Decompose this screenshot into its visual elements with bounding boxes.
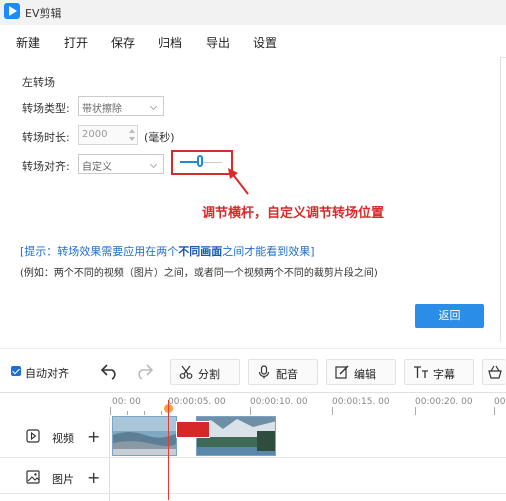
back-button[interactable]: 返回 — [415, 304, 484, 328]
ruler-tick — [110, 407, 111, 415]
redo-icon[interactable] — [134, 362, 154, 380]
ruler-tick — [494, 407, 495, 415]
hint-text: [提示：转场效果需要应用在两个不同画面之间才能看到效果] — [20, 243, 315, 259]
menu-bar: 新建 打开 保存 归档 导出 设置 — [0, 25, 506, 58]
transition-align-select[interactable]: 自定义 — [78, 154, 164, 174]
hint-suffix: 之间才能看到效果] — [222, 245, 315, 258]
scissors-icon — [179, 365, 193, 379]
ruler-label: 00:00:05. 00 — [168, 397, 226, 407]
ruler-tick — [144, 411, 145, 415]
section-title: 左转场 — [22, 76, 55, 89]
ruler-label: 00:00:20. 00 — [415, 397, 473, 407]
spin-up-icon[interactable] — [129, 129, 135, 133]
menu-settings[interactable]: 设置 — [253, 34, 277, 51]
menu-new[interactable]: 新建 — [16, 34, 40, 51]
annotation-text: 调节横杆，自定义调节转场位置 — [202, 206, 385, 221]
transition-type-select[interactable]: 带状擦除 — [78, 96, 164, 116]
ruler-label: 00:00:10. 00 — [250, 397, 308, 407]
example-text: (例如：两个不同的视频（图片）之间，或者同一个视频两个不同的裁剪片段之间) — [20, 268, 378, 279]
transition-type-value: 带状擦除 — [82, 104, 122, 115]
video-track-header: 视频 + — [0, 417, 110, 457]
ruler-label: 00: — [494, 397, 506, 407]
spin-down-icon[interactable] — [129, 137, 135, 141]
auto-align-checkbox[interactable] — [11, 366, 21, 376]
edit-button[interactable]: 编辑 — [326, 359, 396, 385]
video-play-icon — [26, 429, 40, 443]
add-video-button[interactable]: + — [87, 427, 100, 446]
split-label: 分割 — [198, 368, 220, 381]
edit-label: 编辑 — [354, 368, 376, 381]
video-track-label: 视频 — [52, 432, 74, 445]
dub-label: 配音 — [276, 368, 298, 381]
edit-pencil-icon — [335, 365, 349, 379]
app-logo-icon — [4, 3, 20, 19]
image-track-header: 图片 + — [0, 458, 110, 498]
chevron-down-icon — [149, 102, 158, 111]
ruler-tick — [332, 407, 333, 415]
ruler-label: 00:00:15. 00 — [332, 397, 390, 407]
transition-marker[interactable] — [176, 421, 210, 438]
subtitle-label: 字幕 — [433, 368, 455, 381]
transition-align-label: 转场对齐: — [22, 160, 70, 173]
transition-duration-value: 2000 — [82, 129, 108, 140]
image-track-label: 图片 — [52, 473, 74, 486]
ruler-tick — [250, 407, 251, 415]
transition-align-value: 自定义 — [82, 162, 112, 173]
hint-prefix: [提示：转场效果需要应用在两个 — [20, 245, 179, 258]
ruler-tick — [127, 411, 128, 415]
app-title: EV剪辑 — [25, 7, 62, 20]
annotation-arrow-icon — [228, 168, 249, 195]
menu-save[interactable]: 保存 — [111, 34, 135, 51]
image-icon — [26, 470, 40, 484]
menu-open[interactable]: 打开 — [64, 34, 88, 51]
playhead-line[interactable] — [168, 400, 169, 500]
ruler-tick — [415, 407, 416, 415]
ruler-tick — [161, 411, 162, 415]
transition-type-label: 转场类型: — [22, 102, 70, 115]
more-tool-button[interactable] — [482, 359, 506, 385]
hint-emphasis: 不同画面 — [178, 245, 223, 258]
title-bar: EV剪辑 — [0, 0, 506, 25]
transition-settings-panel: 左转场 转场类型: 带状擦除 转场时长: 2000 (毫秒) 转场对齐: 自定义… — [0, 57, 501, 342]
menu-archive[interactable]: 归档 — [158, 34, 182, 51]
split-button[interactable]: 分割 — [170, 359, 240, 385]
microphone-icon — [258, 365, 270, 379]
duration-unit: (毫秒) — [144, 131, 175, 144]
undo-icon[interactable] — [100, 362, 120, 380]
menu-export[interactable]: 导出 — [206, 34, 230, 51]
auto-align-label: 自动对齐 — [25, 367, 69, 380]
text-tt-icon — [414, 366, 428, 378]
add-image-button[interactable]: + — [87, 468, 100, 487]
basket-icon — [488, 365, 502, 379]
ruler-label: 00: 00 — [112, 397, 141, 407]
transition-duration-input[interactable]: 2000 — [78, 125, 138, 145]
edit-toolbar: 自动对齐 分割 配音 编辑 字幕 — [0, 348, 506, 393]
transition-duration-label: 转场时长: — [22, 131, 70, 144]
position-slider-handle[interactable] — [197, 155, 203, 167]
chevron-down-icon — [149, 160, 158, 169]
subtitle-button[interactable]: 字幕 — [404, 359, 474, 385]
dub-button[interactable]: 配音 — [248, 359, 318, 385]
